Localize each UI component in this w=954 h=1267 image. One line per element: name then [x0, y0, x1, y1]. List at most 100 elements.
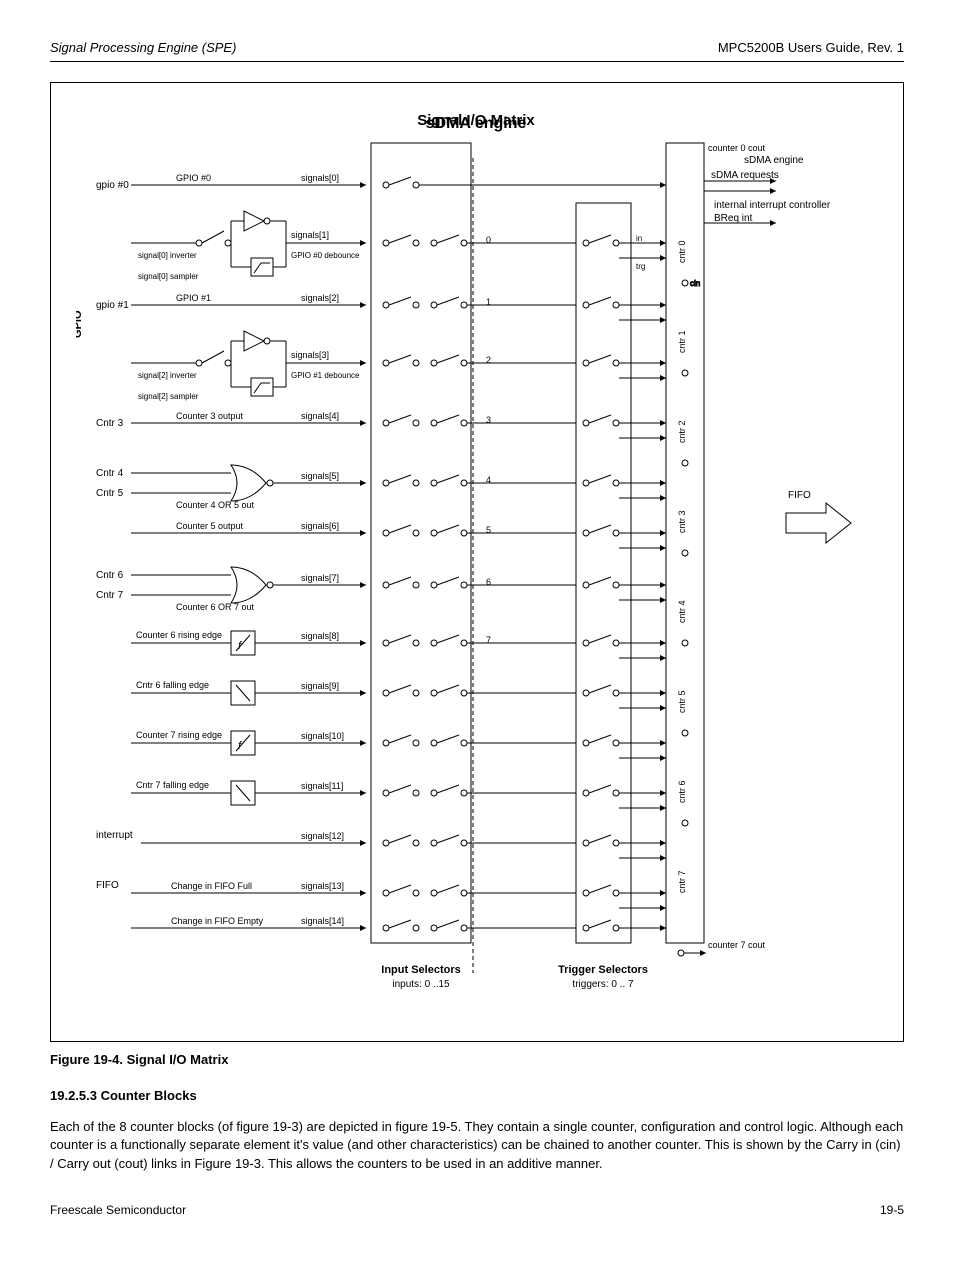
svg-text:4: 4	[486, 475, 491, 485]
svg-text:gpio #1: gpio #1	[96, 300, 129, 311]
row-14: Change in FIFO Empty signals[14]	[131, 916, 666, 931]
svg-text:Cntr 6 falling edge: Cntr 6 falling edge	[136, 680, 209, 690]
svg-text:signals[4]: signals[4]	[301, 411, 339, 421]
svg-text:signal[2] sampler: signal[2] sampler	[138, 392, 199, 401]
svg-text:signals[10]: signals[10]	[301, 731, 344, 741]
svg-text:signals[3]: signals[3]	[291, 350, 329, 360]
svg-text:cin: cin	[690, 279, 700, 288]
svg-text:f: f	[238, 640, 242, 652]
row-7: Cntr 6 Cntr 7 Counter 6 OR 7 out signals…	[96, 567, 666, 612]
svg-text:signal[0] inverter: signal[0] inverter	[138, 251, 197, 260]
svg-text:in: in	[636, 234, 642, 243]
svg-text:cntr 2: cntr 2	[677, 420, 687, 443]
svg-text:Cntr 7 falling edge: Cntr 7 falling edge	[136, 780, 209, 790]
row-12: interrupt signals[12]	[96, 830, 666, 858]
svg-text:2: 2	[486, 355, 491, 365]
svg-text:GPIO: GPIO	[76, 310, 84, 338]
svg-text:gpio #0: gpio #0	[96, 180, 129, 191]
svg-text:Input Selectors: Input Selectors	[381, 964, 460, 976]
svg-text:Counter 6 OR 7 out: Counter 6 OR 7 out	[176, 602, 255, 612]
svg-text:FIFO: FIFO	[788, 490, 811, 501]
svg-text:signals[13]: signals[13]	[301, 881, 344, 891]
svg-text:Signal I/O Matrix: Signal I/O Matrix	[417, 112, 535, 129]
row-3: signal[2] inverter signal[2] sampler sig…	[131, 331, 666, 401]
svg-text:signals[8]: signals[8]	[301, 631, 339, 641]
row-2: gpio #1 GPIO #1 signals[2]	[96, 293, 666, 320]
svg-text:Change in FIFO Full: Change in FIFO Full	[171, 881, 252, 891]
svg-text:Cntr 4: Cntr 4	[96, 468, 124, 479]
signal-io-matrix-diagram: sDMA engine /* title override below via …	[76, 103, 876, 1023]
svg-text:cntr 4: cntr 4	[677, 600, 687, 623]
svg-text:0: 0	[486, 235, 491, 245]
svg-text:GPIO #1: GPIO #1	[176, 293, 211, 303]
page-number: 19-5	[880, 1203, 904, 1217]
svg-text:sDMA engine: sDMA engine	[744, 155, 804, 166]
row-8: f Counter 6 rising edge signals[8]	[131, 630, 666, 658]
svg-text:triggers: 0 .. 7: triggers: 0 .. 7	[572, 979, 634, 990]
svg-text:cntr 7: cntr 7	[677, 870, 687, 893]
svg-text:inputs: 0 ..15: inputs: 0 ..15	[392, 979, 450, 990]
svg-text:sDMA requests: sDMA requests	[711, 170, 779, 181]
svg-text:cntr 3: cntr 3	[677, 510, 687, 533]
svg-text:signal[2] inverter: signal[2] inverter	[138, 371, 197, 380]
svg-text:signals[0]: signals[0]	[301, 173, 339, 183]
svg-text:6: 6	[486, 577, 491, 587]
row-13: FIFO Change in FIFO Full signals[13]	[96, 880, 666, 908]
row-0: gpio #0 GPIO #0 signals[0]	[96, 173, 666, 191]
svg-text:1: 1	[486, 297, 491, 307]
svg-text:5: 5	[486, 525, 491, 535]
svg-text:Counter 7 rising edge: Counter 7 rising edge	[136, 730, 222, 740]
row-4: Cntr 3 Counter 3 output signals[4]	[96, 411, 666, 438]
svg-text:Change in FIFO Empty: Change in FIFO Empty	[171, 916, 264, 926]
svg-text:Trigger Selectors: Trigger Selectors	[558, 964, 648, 976]
svg-text:counter 7 cout: counter 7 cout	[708, 940, 766, 950]
svg-text:cntr 6: cntr 6	[677, 780, 687, 803]
svg-text:Cntr 6: Cntr 6	[96, 570, 124, 581]
svg-text:signals[5]: signals[5]	[301, 471, 339, 481]
svg-text:7: 7	[486, 635, 491, 645]
svg-text:signals[1]: signals[1]	[291, 230, 329, 240]
svg-text:signals[7]: signals[7]	[301, 573, 339, 583]
svg-text:signals[2]: signals[2]	[301, 293, 339, 303]
svg-text:FIFO: FIFO	[96, 880, 119, 891]
svg-text:signal[0] sampler: signal[0] sampler	[138, 272, 199, 281]
row-11: Cntr 7 falling edge signals[11]	[131, 780, 666, 808]
header-right: MPC5200B Users Guide, Rev. 1	[718, 40, 904, 55]
svg-text:trg: trg	[636, 262, 645, 271]
svg-text:Cntr 7: Cntr 7	[96, 590, 124, 601]
svg-text:cntr 1: cntr 1	[677, 330, 687, 353]
row-5: Cntr 4 Cntr 5 Counter 4 OR 5 out signals…	[96, 465, 666, 510]
svg-text:GPIO #0: GPIO #0	[176, 173, 211, 183]
section-heading: 19.2.5.3 Counter Blocks	[50, 1087, 904, 1105]
svg-text:3: 3	[486, 415, 491, 425]
row-10: f Counter 7 rising edge signals[10]	[131, 730, 666, 758]
figure-frame: sDMA engine /* title override below via …	[50, 82, 904, 1042]
body-paragraph: Each of the 8 counter blocks (of figure …	[50, 1118, 904, 1173]
svg-text:Cntr 3: Cntr 3	[96, 418, 124, 429]
footer-left: Freescale Semiconductor	[50, 1203, 186, 1217]
svg-text:interrupt: interrupt	[96, 830, 133, 841]
svg-text:GPIO #0 debounce: GPIO #0 debounce	[291, 251, 360, 260]
svg-text:Counter 3 output: Counter 3 output	[176, 411, 244, 421]
svg-text:signals[14]: signals[14]	[301, 916, 344, 926]
row-6: Counter 5 output signals[6]	[131, 521, 666, 548]
svg-text:cntr 5: cntr 5	[677, 690, 687, 713]
svg-text:signals[12]: signals[12]	[301, 831, 344, 841]
svg-text:signals[11]: signals[11]	[301, 781, 343, 791]
svg-text:signals[6]: signals[6]	[301, 521, 339, 531]
svg-text:Cntr 5: Cntr 5	[96, 488, 124, 499]
svg-text:Counter 6 rising edge: Counter 6 rising edge	[136, 630, 222, 640]
svg-text:GPIO #1 debounce: GPIO #1 debounce	[291, 371, 360, 380]
svg-text:internal interrupt controller: internal interrupt controller	[714, 200, 831, 211]
svg-text:Counter 5 output: Counter 5 output	[176, 521, 244, 531]
svg-text:cntr 0: cntr 0	[677, 240, 687, 263]
svg-text:BReq int: BReq int	[714, 213, 753, 224]
row-9: Cntr 6 falling edge signals[9]	[131, 680, 666, 708]
row-1: signal[0] inverter signal[0] sampler sig…	[131, 211, 666, 281]
svg-text:Counter 4 OR 5 out: Counter 4 OR 5 out	[176, 500, 255, 510]
svg-text:signals[9]: signals[9]	[301, 681, 339, 691]
svg-text:f: f	[238, 740, 242, 752]
figure-caption: Figure 19-4. Signal I/O Matrix	[50, 1052, 904, 1067]
header-left: Signal Processing Engine (SPE)	[50, 40, 236, 55]
svg-text:counter 0 cout: counter 0 cout	[708, 143, 766, 153]
